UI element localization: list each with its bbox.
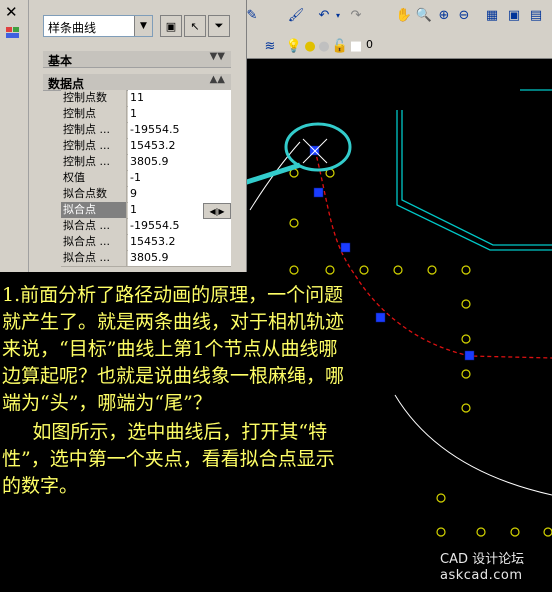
undo-icon[interactable]: ↶ [314, 5, 334, 25]
prop-row[interactable]: 权值 -1 [61, 170, 231, 187]
prop-value[interactable]: 15453.2 [128, 234, 231, 250]
prop-value[interactable]: -19554.5 [128, 122, 231, 138]
explanation-text: 1.前面分析了路径动画的原理，一个问题就产生了。就是两条曲线，对于相机轨迹来说，… [2, 282, 352, 500]
prop-row[interactable]: 控制点 1 [61, 106, 231, 123]
prop-name: 控制点 [61, 106, 127, 122]
prop-name: 拟合点 ... [61, 250, 127, 266]
watermark-url: askcad.com [440, 568, 523, 583]
layers-manager-icon[interactable]: ≋ [260, 36, 280, 56]
object-type-value: 样条曲线 [48, 21, 97, 35]
section-general-label: 基本 [48, 54, 73, 68]
redo-icon[interactable]: ↷ [346, 5, 366, 25]
prop-value[interactable]: 11 [128, 90, 231, 106]
prop-name: 权值 [61, 170, 127, 186]
section-general[interactable]: 基本 ▼▼ [43, 51, 231, 68]
toggle-pickadd-icon[interactable]: ▣ [160, 15, 182, 37]
chevron-up-icon: ▲▲ [209, 74, 225, 85]
select-objects-icon[interactable]: ↖ [184, 15, 206, 37]
match-properties-icon[interactable]: 🖌 [286, 5, 306, 25]
zoom-previous-icon[interactable]: ⊖ [454, 5, 474, 25]
grip [375, 312, 386, 323]
prop-value[interactable]: 3805.9 [128, 250, 231, 266]
cad-window: ✎ 🖌 ↶ ▾ ↷ ✋ 🔍 ⊕ ⊖ ▦ ▣ ▤ ≋ 💡 ● ● 🔓 ■ 0 ✕ [0, 0, 552, 592]
current-layer-name[interactable]: 0 [366, 38, 373, 51]
prop-name: 拟合点 [61, 202, 127, 218]
prop-value[interactable]: 15453.2 [128, 138, 231, 154]
properties-palette-icon [6, 27, 19, 38]
prop-row[interactable]: 拟合点数 9 [61, 186, 231, 203]
watermark: CAD 设计论坛 askcad.com [440, 552, 550, 584]
undo-dropdown-icon[interactable]: ▾ [332, 5, 344, 25]
explanation-paragraph-2: 如图所示，选中曲线后，打开其“特性”，选中第一个夹点，看看拟合点显示的数字。 [2, 421, 335, 497]
palette-title-strip: ✕ [0, 0, 29, 272]
grip [464, 350, 475, 361]
chevron-down-icon: ▼ [134, 16, 152, 36]
prop-name: 拟合点 ... [61, 234, 127, 250]
design-center-icon[interactable]: ▣ [504, 5, 524, 25]
properties-palette: ✕ 样条曲线 ▼ ▣ ↖ ⏷ 基本 ▼▼ 数据点 ▲▲ 控制点数 11 控制点 [0, 0, 247, 272]
prop-row[interactable]: 控制点 ... 15453.2 [61, 138, 231, 155]
prop-value[interactable]: 3805.9 [128, 154, 231, 170]
close-icon[interactable]: ✕ [5, 3, 18, 21]
zoom-realtime-icon[interactable]: 🔍 [414, 5, 434, 25]
pan-icon[interactable]: ✋ [394, 5, 414, 25]
properties-icon[interactable]: ▦ [482, 5, 502, 25]
prop-name: 拟合点数 [61, 186, 127, 202]
prop-name: 控制点数 [61, 90, 127, 106]
prop-name: 控制点 ... [61, 138, 127, 154]
prop-name: 控制点 ... [61, 122, 127, 138]
prop-row[interactable]: 控制点 ... -19554.5 [61, 122, 231, 139]
prop-value[interactable]: -19554.5 [128, 218, 231, 234]
prop-value[interactable]: 9 [128, 186, 231, 202]
layers-toolbar: ≋ 💡 ● ● 🔓 ■ 0 [246, 34, 552, 59]
prop-row[interactable]: 拟合点 ... 15453.2 [61, 234, 231, 251]
layer-color-icon[interactable]: ■ [346, 36, 366, 56]
prop-name: 控制点 ... [61, 154, 127, 170]
object-type-select[interactable]: 样条曲线 ▼ [43, 15, 153, 37]
explanation-paragraph-1: 1.前面分析了路径动画的原理，一个问题就产生了。就是两条曲线，对于相机轨迹来说，… [2, 284, 345, 414]
prop-value[interactable]: -1 [128, 170, 231, 186]
watermark-title: CAD 设计论坛 [440, 552, 525, 567]
prop-row[interactable]: 控制点数 11 [61, 90, 231, 107]
quick-select-icon[interactable]: ⏷ [208, 15, 230, 37]
prop-row[interactable]: 拟合点 ... -19554.5 [61, 218, 231, 235]
chevron-down-icon: ▼▼ [209, 51, 225, 62]
section-data-points[interactable]: 数据点 ▲▲ [43, 74, 231, 91]
zoom-window-icon[interactable]: ⊕ [434, 5, 454, 25]
grip [340, 242, 351, 253]
fit-point-spinner[interactable]: ◀|▶ [203, 203, 231, 219]
prop-name: 拟合点 ... [61, 218, 127, 234]
prop-row[interactable]: 拟合点 ... 3805.9 [61, 250, 231, 267]
prop-row[interactable]: 控制点 ... 3805.9 [61, 154, 231, 171]
prop-value[interactable]: 1 [128, 106, 231, 122]
grip [313, 187, 324, 198]
standard-toolbar: ✎ 🖌 ↶ ▾ ↷ ✋ 🔍 ⊕ ⊖ ▦ ▣ ▤ [246, 0, 552, 35]
tool-palettes-icon[interactable]: ▤ [526, 5, 546, 25]
